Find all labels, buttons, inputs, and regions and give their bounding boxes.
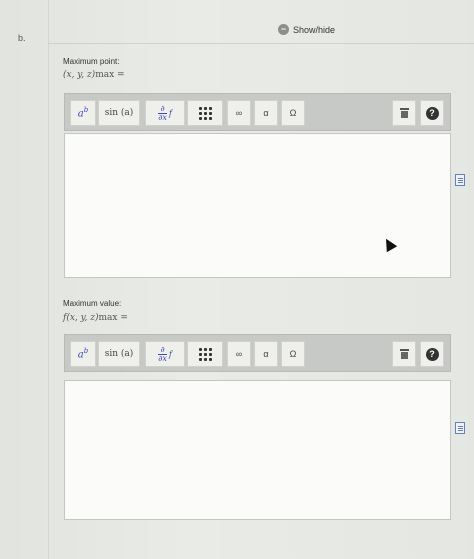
help-icon: ?	[425, 106, 439, 120]
expr-vars: (x, y, z)	[63, 70, 96, 80]
matrix-icon	[198, 106, 212, 120]
partial-derivative-icon: ∂ ∂x f	[158, 103, 172, 122]
sin-button[interactable]: sin (a)	[98, 100, 140, 126]
delete-button[interactable]	[392, 341, 416, 367]
expr-eq: =	[114, 70, 125, 80]
partial-derivative-button[interactable]: ∂ ∂x f	[145, 100, 185, 126]
omega-label: Ω	[289, 349, 297, 359]
power-button[interactable]: ab	[70, 100, 96, 126]
trash-icon	[399, 108, 409, 118]
maximum-value-expression: f(x, y, z)max =	[63, 313, 128, 323]
expr-eq: =	[117, 313, 128, 323]
minus-circle-icon: −	[278, 24, 289, 35]
partial-derivative-button[interactable]: ∂ ∂x f	[145, 341, 185, 367]
math-toolbar-point: ab sin (a) ∂ ∂x f ∞ α Ω ?	[64, 93, 451, 131]
omega-button[interactable]: Ω	[281, 341, 305, 367]
maximum-value-input[interactable]	[64, 380, 451, 520]
alpha-button[interactable]: α	[254, 341, 278, 367]
infinity-label: ∞	[235, 108, 243, 118]
maximum-point-input[interactable]	[64, 133, 451, 278]
alpha-button[interactable]: α	[254, 100, 278, 126]
omega-button[interactable]: Ω	[281, 100, 305, 126]
infinity-button[interactable]: ∞	[227, 100, 251, 126]
sin-label: sin (a)	[104, 349, 134, 359]
part-label: b.	[18, 33, 26, 43]
expr-vars: f(x, y, z)	[63, 313, 99, 323]
maximum-value-label: Maximum value:	[63, 299, 122, 308]
partial-derivative-icon: ∂ ∂x f	[158, 344, 172, 363]
expr-sub: max	[95, 70, 115, 80]
matrix-icon	[198, 347, 212, 361]
header-rule	[48, 43, 474, 44]
expr-sub: max	[98, 313, 118, 323]
help-button[interactable]: ?	[420, 100, 444, 126]
infinity-label: ∞	[235, 349, 243, 359]
maximum-point-label: Maximum point:	[63, 57, 120, 66]
sin-button[interactable]: sin (a)	[98, 341, 140, 367]
maximum-point-expression: (x, y, z)max =	[63, 70, 125, 80]
matrix-button[interactable]	[187, 341, 223, 367]
sin-label: sin (a)	[104, 108, 134, 118]
document-icon[interactable]	[455, 174, 465, 186]
power-icon: ab	[77, 347, 89, 361]
power-button[interactable]: ab	[70, 341, 96, 367]
trash-icon	[399, 349, 409, 359]
math-toolbar-value: ab sin (a) ∂ ∂x f ∞ α Ω ?	[64, 334, 451, 372]
matrix-button[interactable]	[187, 100, 223, 126]
alpha-label: α	[263, 349, 269, 359]
show-hide-toggle[interactable]: − Show/hide	[278, 24, 335, 35]
document-icon[interactable]	[455, 422, 465, 434]
alpha-label: α	[263, 108, 269, 118]
help-icon: ?	[425, 347, 439, 361]
show-hide-label: Show/hide	[293, 24, 336, 35]
delete-button[interactable]	[392, 100, 416, 126]
power-icon: ab	[77, 106, 89, 120]
infinity-button[interactable]: ∞	[227, 341, 251, 367]
help-button[interactable]: ?	[420, 341, 444, 367]
omega-label: Ω	[289, 108, 297, 118]
